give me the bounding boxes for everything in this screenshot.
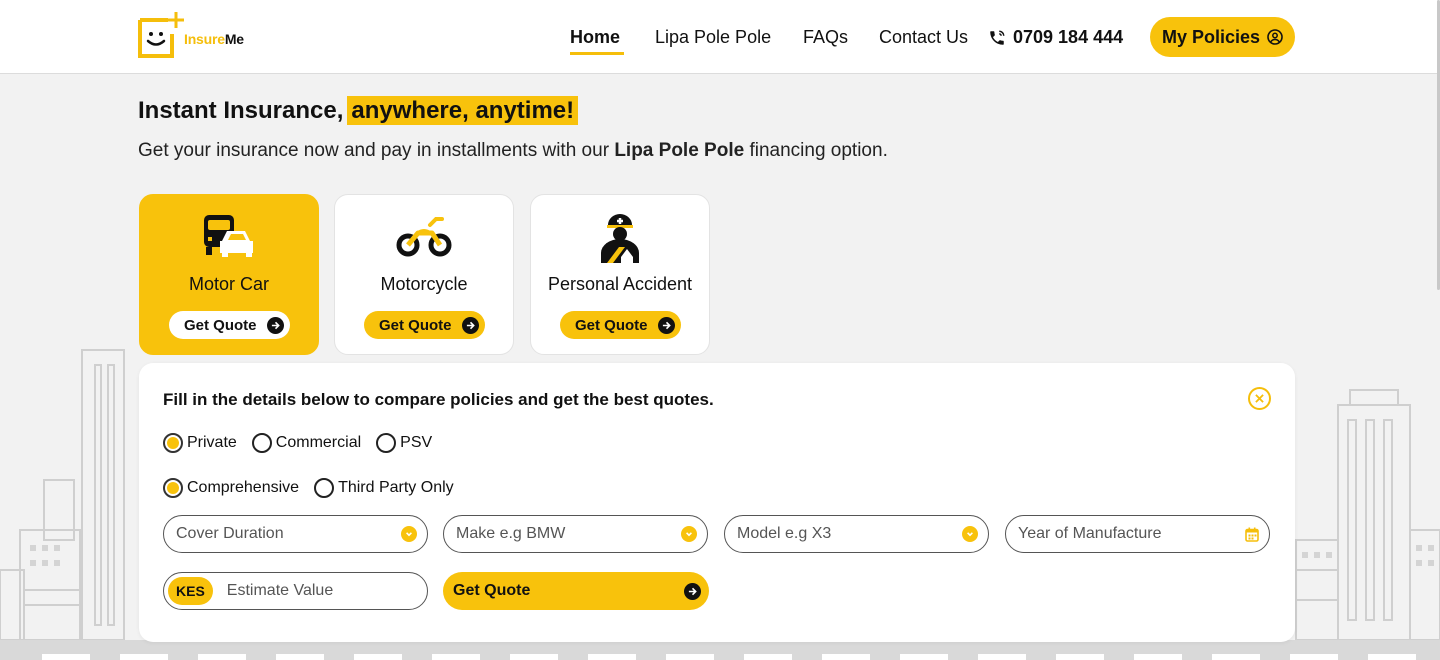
close-icon xyxy=(1255,394,1264,403)
quote-form-panel: Fill in the details below to compare pol… xyxy=(139,363,1295,642)
hero-title-highlight: anywhere, anytime! xyxy=(347,96,579,125)
arrow-right-icon xyxy=(462,316,479,334)
radio-indicator[interactable] xyxy=(251,433,272,453)
vehicle-usage-radio-group: Private Commercial PSV xyxy=(163,433,447,453)
make-select[interactable]: Make e.g BMW xyxy=(443,515,708,553)
make-placeholder: Make e.g BMW xyxy=(456,525,566,542)
radio-comprehensive[interactable]: Comprehensive xyxy=(163,478,299,498)
nav-home[interactable]: Home xyxy=(570,27,620,48)
form-title: Fill in the details below to compare pol… xyxy=(163,390,714,409)
product-card-motor-car[interactable]: Motor Car Get Quote xyxy=(139,194,319,355)
cover-duration-select[interactable]: Cover Duration xyxy=(163,515,428,553)
nav-active-indicator xyxy=(570,52,624,55)
radio-psv[interactable]: PSV xyxy=(376,433,432,453)
model-select[interactable]: Model e.g X3 xyxy=(724,515,989,553)
phone-icon xyxy=(990,30,1005,45)
product-label: Motorcycle xyxy=(380,274,468,294)
nav-contact-us[interactable]: Contact Us xyxy=(879,27,968,48)
chevron-down-icon xyxy=(962,526,978,542)
radio-indicator[interactable] xyxy=(163,478,183,498)
radio-indicator[interactable] xyxy=(314,478,335,498)
my-policies-label: My Policies xyxy=(1161,26,1261,47)
year-of-manufacture-field[interactable]: Year of Manufacture xyxy=(1005,515,1270,553)
radio-indicator[interactable] xyxy=(163,433,183,453)
product-label: Motor Car xyxy=(188,274,269,294)
product-card-motorcycle[interactable]: Motorcycle Get Quote xyxy=(334,194,514,355)
year-placeholder: Year of Manufacture xyxy=(1018,525,1162,542)
logo-wordmark: InsureMe xyxy=(184,31,244,47)
close-form-button[interactable] xyxy=(1248,387,1271,410)
nav-lipa-pole-pole[interactable]: Lipa Pole Pole xyxy=(655,27,771,48)
lipa-pole-pole-emphasis: Lipa Pole Pole xyxy=(614,140,745,161)
radio-private[interactable]: Private xyxy=(163,433,237,453)
chevron-down-icon xyxy=(681,526,697,542)
get-quote-submit-button[interactable]: Get Quote xyxy=(443,572,709,610)
road-markings xyxy=(0,654,1440,660)
phone-number: 0709 184 444 xyxy=(1013,27,1124,47)
estimate-value-input[interactable]: KES Estimate Value xyxy=(163,572,428,610)
radio-third-party-only[interactable]: Third Party Only xyxy=(314,478,454,498)
get-quote-motorcycle-button[interactable]: Get Quote xyxy=(364,311,485,339)
calendar-icon xyxy=(1245,527,1259,542)
hero-subtitle: Get your insurance now and pay in instal… xyxy=(138,140,888,161)
currency-badge: KES xyxy=(168,577,213,605)
product-label: Personal Accident xyxy=(547,274,693,294)
radio-indicator[interactable] xyxy=(376,433,397,453)
get-quote-personal-accident-button[interactable]: Get Quote xyxy=(560,311,681,339)
radio-commercial[interactable]: Commercial xyxy=(251,433,361,453)
arrow-right-icon xyxy=(267,316,284,334)
smiley-logo-icon xyxy=(138,12,184,58)
arrow-right-icon xyxy=(684,582,701,600)
product-card-personal-accident[interactable]: Personal Accident Get Quote xyxy=(530,194,710,355)
phone-link[interactable]: 0709 184 444 xyxy=(988,27,1123,48)
chevron-down-icon xyxy=(401,526,417,542)
insureme-logo[interactable]: InsureMe xyxy=(138,12,258,58)
get-quote-label: Get Quote xyxy=(575,316,648,334)
personal-accident-icon xyxy=(601,214,639,263)
user-circle-icon xyxy=(1267,29,1283,45)
arrow-right-icon xyxy=(658,316,675,334)
cover-type-radio-group: Comprehensive Third Party Only xyxy=(163,478,469,498)
estimate-value-placeholder: Estimate Value xyxy=(226,582,334,599)
submit-label: Get Quote xyxy=(453,582,531,599)
get-quote-label: Get Quote xyxy=(379,316,452,334)
get-quote-label: Get Quote xyxy=(184,316,257,334)
site-header: InsureMe Home Lipa Pole Pole FAQs Contac… xyxy=(0,0,1440,74)
my-policies-button[interactable]: My Policies xyxy=(1150,17,1295,57)
nav-faqs[interactable]: FAQs xyxy=(803,27,848,48)
hero-title: Instant Insurance, anywhere, anytime! xyxy=(138,96,579,125)
motorcycle-icon xyxy=(396,217,452,257)
model-placeholder: Model e.g X3 xyxy=(737,525,832,542)
get-quote-motor-car-button[interactable]: Get Quote xyxy=(169,311,290,339)
cover-duration-placeholder: Cover Duration xyxy=(176,525,284,542)
motor-car-icon xyxy=(204,215,253,257)
